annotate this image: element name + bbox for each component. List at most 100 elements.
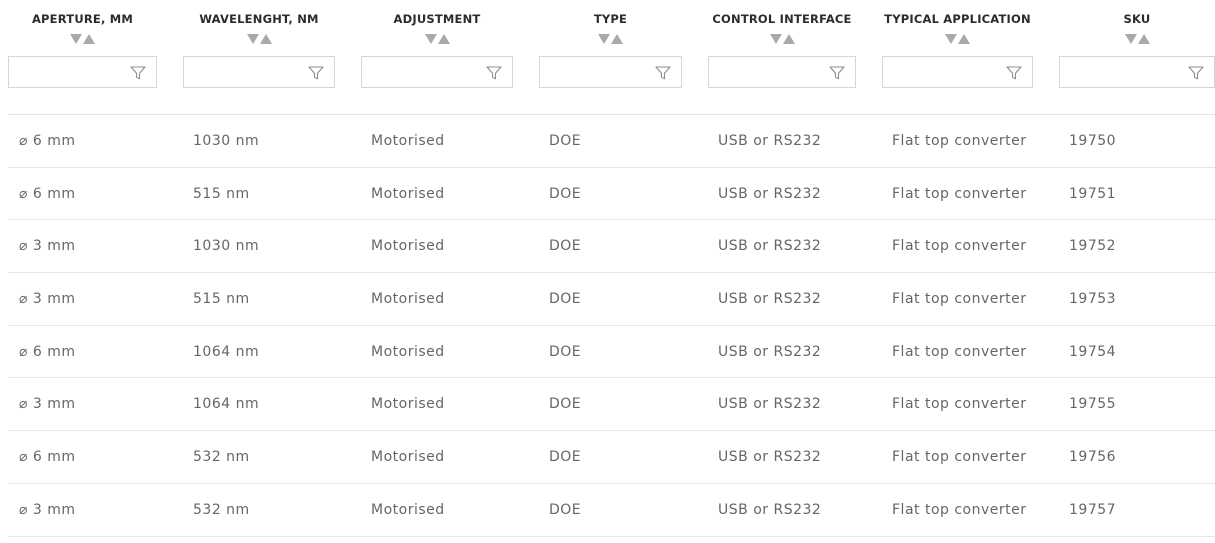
cell-aperture: ⌀ 3 mm <box>19 290 76 307</box>
cell-adjustment: Motorised <box>371 343 445 360</box>
filter-field-application <box>882 56 1033 88</box>
column-title-aperture[interactable]: APERTURE, MM <box>8 12 157 26</box>
column-header-application: TYPICAL APPLICATION <box>882 0 1033 114</box>
column-header-aperture: APERTURE, MM <box>8 0 157 114</box>
cell-application: Flat top converter <box>892 448 1027 465</box>
funnel-filter-icon[interactable] <box>655 66 671 80</box>
cell-application: Flat top converter <box>892 290 1027 307</box>
column-title-wavelength[interactable]: WAVELENGHT, NM <box>183 12 335 26</box>
cell-interface: USB or RS232 <box>718 396 822 413</box>
filter-field-aperture <box>8 56 157 88</box>
cell-adjustment: Motorised <box>371 290 445 307</box>
cell-sku: 19750 <box>1069 132 1117 149</box>
cell-wavelength: 1064 nm <box>193 343 260 360</box>
column-header-wavelength: WAVELENGHT, NM <box>183 0 335 114</box>
cell-adjustment: Motorised <box>371 501 445 518</box>
cell-aperture: ⌀ 6 mm <box>19 343 76 360</box>
sort-desc-icon[interactable] <box>70 34 82 44</box>
sort-desc-icon[interactable] <box>424 34 437 44</box>
cell-application: Flat top converter <box>892 396 1027 413</box>
table-row: ⌀ 3 mm 1064 nm Motorised DOE USB or RS232 Fla… <box>8 378 1215 432</box>
cell-application: Flat top converter <box>892 132 1027 149</box>
funnel-filter-icon[interactable] <box>1188 66 1204 80</box>
cell-wavelength: 532 nm <box>193 448 250 465</box>
column-title-application[interactable]: TYPICAL APPLICATION <box>882 12 1033 26</box>
column-header-type: TYPE <box>539 0 682 114</box>
cell-wavelength: 1030 nm <box>193 238 260 255</box>
table-row: ⌀ 6 mm 532 nm Motorised DOE USB or RS232 Flat… <box>8 431 1215 484</box>
sort-asc-icon[interactable] <box>782 34 795 44</box>
column-title-type[interactable]: TYPE <box>539 12 682 26</box>
sort-control <box>361 33 513 45</box>
sort-control <box>8 33 157 45</box>
cell-adjustment: Motorised <box>371 448 445 465</box>
cell-interface: USB or RS232 <box>718 501 822 518</box>
sort-asc-icon[interactable] <box>958 34 970 44</box>
column-title-adjustment[interactable]: ADJUSTMENT <box>361 12 513 26</box>
cell-interface: USB or RS232 <box>718 132 822 149</box>
column-title-interface[interactable]: CONTROL INTERFACE <box>708 12 856 26</box>
sort-desc-icon[interactable] <box>246 34 259 44</box>
cell-type: DOE <box>549 132 582 149</box>
cell-application: Flat top converter <box>892 343 1027 360</box>
table-row: ⌀ 6 mm 515 nm Motorised DOE USB or RS232 Flat… <box>8 168 1215 221</box>
filter-field-interface <box>708 56 856 88</box>
sort-control <box>708 33 856 45</box>
table-body: ⌀ 6 mm 1030 nm Motorised DOE USB or RS232 Fla… <box>8 115 1215 537</box>
sort-asc-icon[interactable] <box>437 34 450 44</box>
product-table: APERTURE, MM WAVELENGHT, NM ADJUSTMENT TYPE… <box>8 0 1215 537</box>
sort-desc-icon[interactable] <box>769 34 782 44</box>
filter-field-wavelength <box>183 56 335 88</box>
table-row: ⌀ 6 mm 1064 nm Motorised DOE USB or RS232 Fla… <box>8 326 1215 379</box>
cell-application: Flat top converter <box>892 185 1027 202</box>
cell-aperture: ⌀ 3 mm <box>19 396 76 413</box>
sort-asc-icon[interactable] <box>611 34 623 44</box>
cell-adjustment: Motorised <box>371 238 445 255</box>
cell-sku: 19753 <box>1069 290 1117 307</box>
cell-interface: USB or RS232 <box>718 290 822 307</box>
funnel-filter-icon[interactable] <box>486 66 502 80</box>
cell-sku: 19755 <box>1069 396 1117 413</box>
column-title-sku[interactable]: SKU <box>1059 12 1215 26</box>
filter-field-type <box>539 56 682 88</box>
cell-adjustment: Motorised <box>371 185 445 202</box>
funnel-filter-icon[interactable] <box>1006 66 1022 80</box>
cell-sku: 19754 <box>1069 343 1117 360</box>
table-row: ⌀ 3 mm 1030 nm Motorised DOE USB or RS232 Fla… <box>8 220 1215 274</box>
cell-sku: 19756 <box>1069 448 1117 465</box>
sort-asc-icon[interactable] <box>1137 34 1150 44</box>
sort-desc-icon[interactable] <box>945 34 957 44</box>
cell-type: DOE <box>549 343 582 360</box>
table-row: ⌀ 3 mm 515 nm Motorised DOE USB or RS232 Flat… <box>8 273 1215 326</box>
sort-desc-icon[interactable] <box>598 34 610 44</box>
funnel-filter-icon[interactable] <box>308 66 324 80</box>
funnel-filter-icon[interactable] <box>829 66 845 80</box>
cell-aperture: ⌀ 3 mm <box>19 238 76 255</box>
cell-type: DOE <box>549 448 582 465</box>
cell-adjustment: Motorised <box>371 396 445 413</box>
cell-interface: USB or RS232 <box>718 448 822 465</box>
cell-aperture: ⌀ 3 mm <box>19 501 76 518</box>
cell-application: Flat top converter <box>892 501 1027 518</box>
cell-aperture: ⌀ 6 mm <box>19 448 76 465</box>
column-header-interface: CONTROL INTERFACE <box>708 0 856 114</box>
cell-wavelength: 1064 nm <box>193 396 260 413</box>
table-header: APERTURE, MM WAVELENGHT, NM ADJUSTMENT TYPE… <box>8 0 1215 115</box>
sort-desc-icon[interactable] <box>1124 34 1137 44</box>
filter-field-sku <box>1059 56 1215 88</box>
cell-interface: USB or RS232 <box>718 185 822 202</box>
cell-sku: 19757 <box>1069 501 1117 518</box>
table-row: ⌀ 3 mm 532 nm Motorised DOE USB or RS232 Flat… <box>8 484 1215 537</box>
funnel-filter-icon[interactable] <box>130 66 146 80</box>
sort-asc-icon[interactable] <box>259 34 272 44</box>
column-header-adjustment: ADJUSTMENT <box>361 0 513 114</box>
sort-asc-icon[interactable] <box>83 34 95 44</box>
column-header-sku: SKU <box>1059 0 1215 114</box>
cell-aperture: ⌀ 6 mm <box>19 185 76 202</box>
cell-application: Flat top converter <box>892 238 1027 255</box>
cell-type: DOE <box>549 501 582 518</box>
cell-wavelength: 515 nm <box>193 185 250 202</box>
filter-field-adjustment <box>361 56 513 88</box>
cell-wavelength: 515 nm <box>193 290 250 307</box>
sort-control <box>539 33 682 45</box>
